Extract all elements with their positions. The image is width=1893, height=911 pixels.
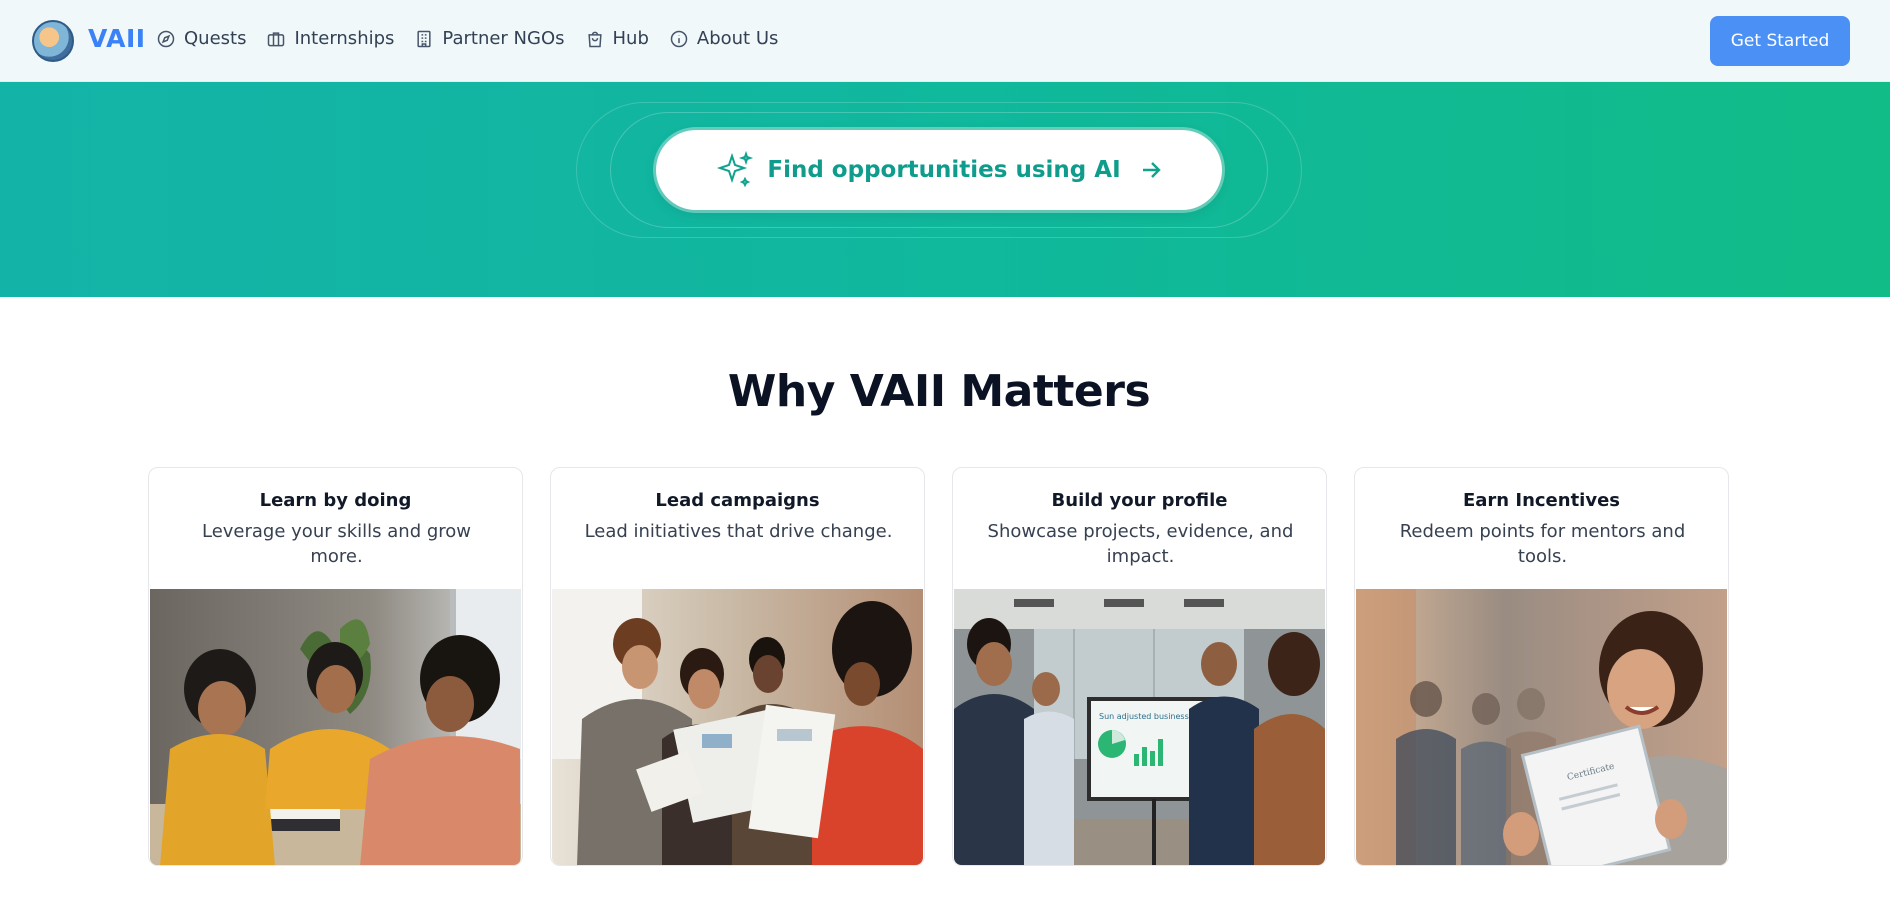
compass-icon — [157, 30, 175, 47]
nav-item-label: Hub — [612, 28, 649, 49]
info-icon — [670, 30, 688, 47]
section-title: Why VAII Matters — [727, 366, 1151, 417]
nav-item-internships[interactable]: Internships — [266, 28, 394, 49]
building-icon — [417, 30, 431, 47]
card-image-students-studying — [150, 589, 521, 865]
sparkle-icon — [717, 150, 754, 188]
feature-card-learn[interactable]: Learn by doing Leverage your skills and … — [148, 467, 523, 866]
ai-button-label: Find opportunities using AI — [767, 157, 1121, 183]
card-image-team-presentation: Sun adjusted business — [954, 589, 1325, 865]
card-description: Redeem points for mentors and tools. — [1399, 521, 1686, 567]
nav-item-label: About Us — [696, 28, 779, 49]
card-title: Learn by doing — [259, 490, 412, 511]
briefcase-icon — [268, 31, 285, 46]
find-opportunities-ai-button[interactable]: Find opportunities using AI — [656, 130, 1222, 210]
nav-menu: Quests Internships Partner NGOs Hub Abou… — [156, 28, 778, 49]
nav-item-label: Partner NGOs — [442, 28, 565, 49]
card-title: Lead campaigns — [655, 490, 820, 511]
card-description: Lead initiatives that drive change. — [584, 521, 893, 542]
card-description: Leverage your skills and grow more. — [201, 521, 471, 567]
card-image-group-campaign — [552, 589, 923, 865]
feature-card-incentives[interactable]: Earn Incentives Redeem points for mentor… — [1354, 467, 1729, 866]
nav-item-quests[interactable]: Quests — [156, 28, 246, 49]
feature-card-profile[interactable]: Build your profile Showcase projects, ev… — [952, 467, 1327, 866]
nav-item-label: Quests — [184, 28, 247, 49]
top-navbar: VAII Quests Internships Partner NGOs Hub… — [0, 0, 1890, 82]
card-description: Showcase projects, evidence, and impact. — [987, 521, 1294, 567]
feature-card-lead[interactable]: Lead campaigns Lead initiatives that dri… — [550, 467, 925, 866]
nav-item-about-us[interactable]: About Us — [669, 28, 779, 49]
get-started-button[interactable]: Get Started — [1710, 16, 1850, 66]
card-title: Earn Incentives — [1462, 490, 1621, 511]
nav-item-label: Internships — [294, 28, 395, 49]
nav-item-partner-ngos[interactable]: Partner NGOs — [414, 28, 565, 49]
brand-name[interactable]: VAII — [88, 24, 146, 53]
arrow-right-icon — [1142, 162, 1161, 178]
card-title: Build your profile — [1051, 490, 1228, 511]
screen-title-text: Sun adjusted business — [1099, 712, 1189, 721]
card-image-girl-certificate: Certificate — [1356, 589, 1727, 865]
logo-image[interactable] — [32, 20, 74, 62]
hero-banner: Find opportunities using AI — [0, 82, 1890, 297]
shopping-bag-icon — [587, 31, 602, 47]
nav-item-hub[interactable]: Hub — [585, 28, 649, 49]
